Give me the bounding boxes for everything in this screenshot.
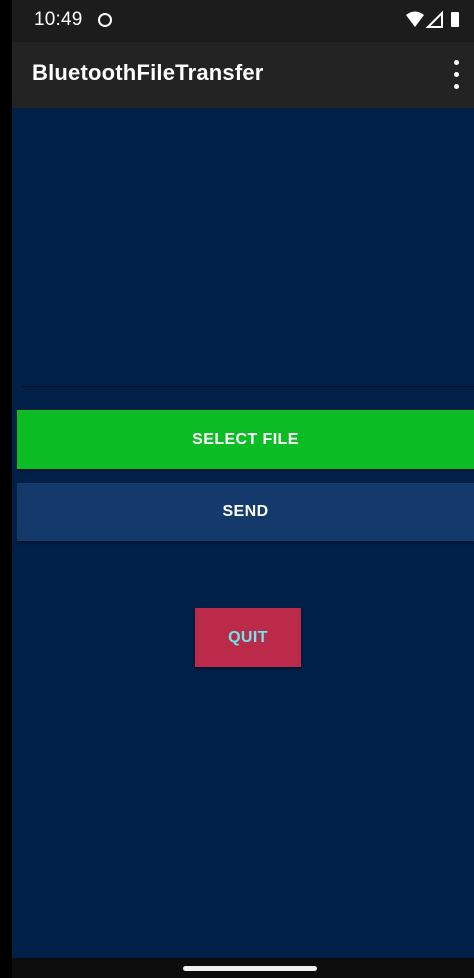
navigation-bar xyxy=(12,958,474,978)
notification-circle-icon xyxy=(98,13,112,27)
signal-icon xyxy=(425,10,443,28)
phone-screen: 10:49 BluetoothFileTransfer SELECT FILE … xyxy=(0,0,474,978)
divider xyxy=(22,386,474,387)
home-gesture-handle[interactable] xyxy=(183,966,317,971)
status-bar: 10:49 xyxy=(12,0,474,42)
wifi-icon xyxy=(406,11,424,27)
status-icons xyxy=(406,10,459,28)
select-file-button[interactable]: SELECT FILE xyxy=(17,410,474,469)
battery-icon xyxy=(451,12,459,27)
app-title: BluetoothFileTransfer xyxy=(32,60,264,85)
app-bar: BluetoothFileTransfer xyxy=(12,42,474,108)
send-button[interactable]: SEND xyxy=(17,483,474,541)
status-time: 10:49 xyxy=(34,9,83,30)
overflow-menu-icon[interactable] xyxy=(446,56,468,94)
main-content: SELECT FILE SEND QUIT xyxy=(12,108,474,958)
quit-button[interactable]: QUIT xyxy=(195,608,301,667)
